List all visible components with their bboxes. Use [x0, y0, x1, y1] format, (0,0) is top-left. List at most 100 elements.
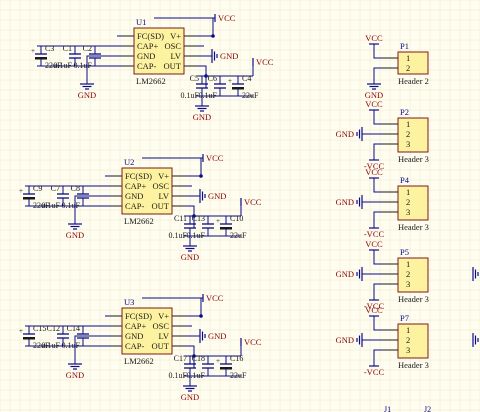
vcc-label: VCC [206, 293, 224, 303]
polarity-mark: + [216, 217, 220, 225]
vcc-symbol: VCC [365, 33, 383, 45]
vcc-label: VCC [365, 167, 383, 177]
neg-vcc-label: -VCC [364, 367, 385, 377]
gnd-symbol: GND [365, 83, 383, 100]
wire [373, 316, 382, 331]
pin-label: OSC [152, 321, 169, 331]
cap-value: 0.1uF [187, 371, 206, 380]
header-body [397, 51, 429, 75]
gnd-label: GND [208, 331, 226, 341]
gnd-label: GND [66, 230, 84, 240]
circuit: FC(SD) V+CAP+ OSCGND LVCAP- OUTU1LM2662VCCGN… [19, 13, 479, 412]
header-pin-number: 2 [406, 129, 410, 139]
neg-vcc-label: -VCC [364, 229, 385, 239]
gnd-symbol: GND [336, 127, 363, 141]
cap-designator: C5 [190, 74, 199, 83]
cap-value: 0.1uF [54, 61, 73, 70]
gnd-symbol: GND [199, 189, 226, 203]
bottom-label: J2 [424, 405, 431, 412]
header-body [397, 117, 429, 153]
wire [373, 250, 382, 265]
polarity-mark: + [31, 47, 35, 55]
gnd-symbol: GND [472, 267, 479, 281]
pin-label: V+ [170, 31, 181, 41]
pin-label: CAP- [125, 341, 145, 351]
cap-designator: C17 [174, 354, 187, 363]
gnd-symbol: GND [66, 223, 84, 240]
cap-value: 0.1uF [199, 91, 218, 100]
gnd-symbol: GND [181, 245, 199, 262]
cap-designator: C14 [67, 324, 80, 333]
vcc-symbol: VCC [252, 57, 274, 67]
regulator-part: LM2662 [136, 76, 166, 86]
wire [373, 349, 382, 366]
junction-dot [199, 314, 203, 318]
cap-designator: C3 [45, 44, 54, 53]
bottom-label: J1 [384, 405, 391, 412]
header-pin-number: 3 [406, 139, 410, 149]
cap-value: 0.1uF [62, 201, 81, 210]
header-designator: P5 [400, 247, 409, 257]
cap-designator: C16 [230, 354, 243, 363]
pin-label: GND [137, 51, 155, 61]
cap-designator: C8 [71, 184, 80, 193]
pin-label: GND [125, 331, 143, 341]
vcc-symbol: VCC [365, 305, 383, 317]
cap-designator: C1 [63, 44, 72, 53]
cap-value: 0.1uF [187, 231, 206, 240]
pin-label: V+ [158, 311, 169, 321]
gnd-label: GND [78, 90, 96, 100]
pin-label: FC(SD) [125, 311, 152, 321]
header-pin-number: 3 [406, 207, 410, 217]
cap-designator: C6 [208, 74, 217, 83]
gnd-label: GND [336, 197, 354, 207]
header-pin-number: 3 [406, 345, 410, 355]
header-part: Header 3 [398, 154, 429, 164]
header-pin-number: 2 [406, 197, 410, 207]
header-3: 123 P4 Header 3 VCC GND -VCC [336, 167, 429, 239]
pin-label: OSC [152, 181, 169, 191]
header-pin-number: 3 [406, 279, 410, 289]
pin-label: OSC [164, 41, 181, 51]
cap-value: 22uF [242, 91, 259, 100]
gnd-label: GND [181, 392, 199, 402]
header-pin-number: 2 [406, 269, 410, 279]
regulator-1: FC(SD) V+ CAP+ OSC GND LV CAP- OUT U1 LM2662 VCC GN… [31, 13, 274, 122]
regulator-2: FC(SD) V+ CAP+ OSC GND LV CAP- OUT U2 LM2662 VCC GN… [19, 153, 262, 262]
regulator-designator: U3 [124, 297, 134, 307]
wire [186, 158, 202, 177]
cap-designator: C12 [47, 324, 60, 333]
cap-designator: C2 [83, 44, 92, 53]
gnd-label: GND [220, 51, 238, 61]
regulator-designator: U1 [136, 17, 146, 27]
pin-label: FC(SD) [137, 31, 164, 41]
pin-label: FC(SD) [125, 171, 152, 181]
gnd-symbol: GND [193, 105, 211, 122]
vcc-label: VCC [206, 153, 224, 163]
wire [373, 110, 382, 125]
pin-label: CAP- [125, 201, 145, 211]
vcc-symbol: VCC [365, 239, 383, 251]
vcc-label: VCC [244, 337, 262, 347]
gnd-label: GND [336, 269, 354, 279]
wire [373, 143, 382, 160]
pin-label: CAP+ [125, 181, 147, 191]
pin-label: CAP- [137, 61, 157, 71]
header-body [397, 185, 429, 221]
wire [186, 298, 202, 317]
cap-designator: C10 [230, 214, 243, 223]
gnd-label: GND [181, 252, 199, 262]
regulator-part: LM2662 [124, 356, 154, 366]
header-part: Header 3 [398, 294, 429, 304]
header-designator: P2 [400, 107, 409, 117]
gnd-symbol: GND [211, 49, 238, 63]
cap-designator: C7 [51, 184, 60, 193]
vcc-symbol: VCC [202, 293, 224, 303]
pin-label: CAP+ [125, 321, 147, 331]
header-part: Header 3 [398, 222, 429, 232]
cap-value: 0.1uF [74, 61, 93, 70]
pin-label: OUT [152, 201, 170, 211]
vcc-symbol: VCC [240, 337, 262, 347]
header-body [397, 323, 429, 359]
cap-value: 0.1uF [62, 341, 81, 350]
